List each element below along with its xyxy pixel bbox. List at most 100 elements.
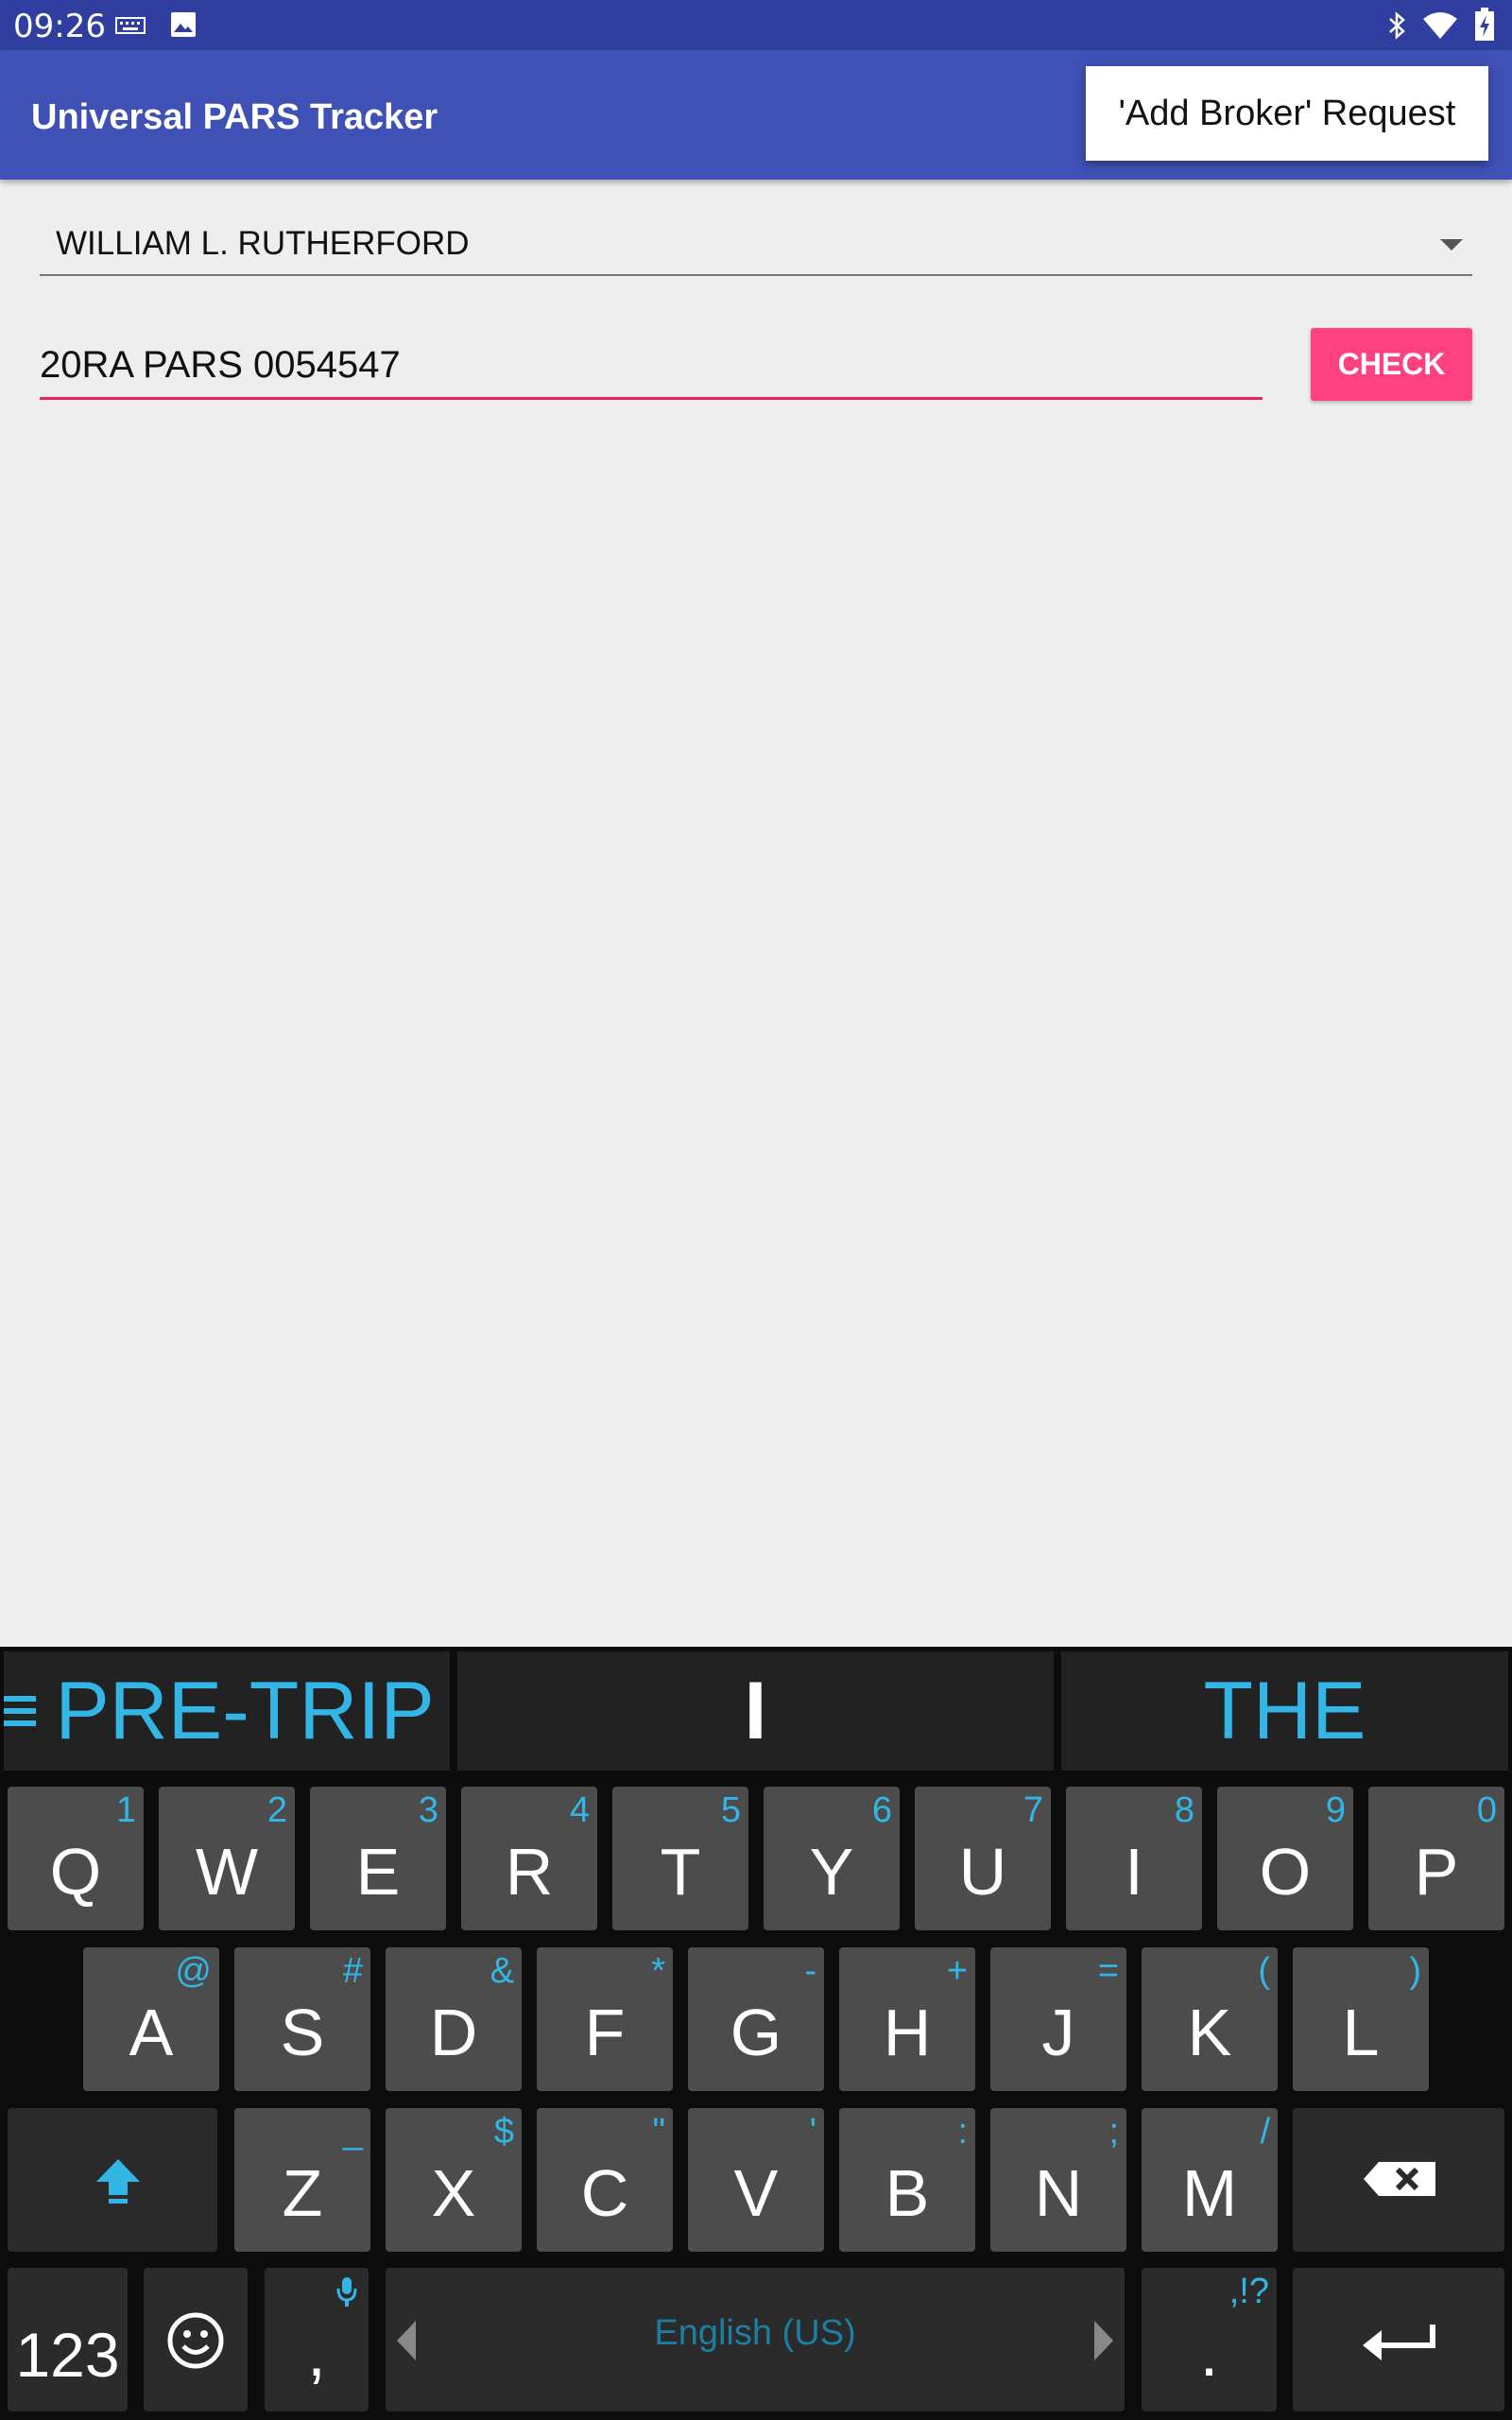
wifi-icon (1423, 12, 1457, 39)
broker-spinner-value: WILLIAM L. RUTHERFORD (56, 225, 470, 262)
emoji-icon (167, 2312, 224, 2369)
period-key-hint: ,!? (1228, 2272, 1269, 2311)
add-broker-request-menu-item[interactable]: 'Add Broker' Request (1086, 66, 1488, 161)
suggestion-3[interactable]: THE (1061, 1651, 1508, 1771)
key-label: I (1125, 1835, 1143, 1909)
key-label: X (431, 2156, 476, 2230)
shift-arrow-icon (96, 2159, 140, 2204)
key-hint: 0 (1476, 1790, 1497, 1830)
key-hint: " (652, 2112, 666, 2152)
key-hint: ( (1258, 1951, 1270, 1991)
key-hint: 1 (115, 1790, 136, 1830)
key-hint: 5 (720, 1790, 741, 1830)
key-label: W (195, 1835, 259, 1909)
key-b[interactable]: B: (839, 2108, 975, 2252)
key-j[interactable]: J = (990, 1947, 1126, 2091)
key-label: R (505, 1835, 554, 1909)
key-e[interactable]: E3 (310, 1787, 446, 1930)
key-n[interactable]: N; (990, 2108, 1126, 2252)
key-k[interactable]: K( (1142, 1947, 1278, 2091)
key-w[interactable]: W2 (159, 1787, 295, 1930)
key-label: M (1181, 2156, 1238, 2230)
key-hint: / (1260, 2112, 1270, 2152)
key-y[interactable]: Y6 (764, 1787, 900, 1930)
microphone-icon (336, 2277, 357, 2307)
cursor-right-icon (1094, 2321, 1113, 2360)
key-label: A (129, 1996, 174, 2069)
space-key[interactable]: English (US) (386, 2268, 1125, 2411)
enter-key[interactable] (1293, 2268, 1504, 2411)
key-label: C (580, 2156, 629, 2230)
key-z[interactable]: Z _ (234, 2108, 370, 2252)
check-button[interactable]: CHECK (1311, 328, 1472, 401)
key-q[interactable]: Q1 (8, 1787, 144, 1930)
key-label: N (1034, 2156, 1083, 2230)
key-label: L (1342, 1996, 1380, 2069)
key-label: G (730, 1996, 782, 2069)
key-hint: 9 (1325, 1790, 1346, 1830)
key-hint: 6 (871, 1790, 892, 1830)
suggestions-menu-icon[interactable] (4, 1696, 36, 1733)
shift-key[interactable] (8, 2108, 217, 2252)
comma-key[interactable]: , (265, 2268, 369, 2411)
key-label: T (660, 1835, 701, 1909)
suggestion-1[interactable]: PRE-TRIP (4, 1651, 450, 1771)
key-hint: ' (809, 2112, 816, 2152)
key-label: B (885, 2156, 930, 2230)
key-v[interactable]: V ' (688, 2108, 824, 2252)
key-hint: = (1097, 1951, 1119, 1991)
key-x[interactable]: X $ (386, 2108, 522, 2252)
numbers-symbols-label: 123 (15, 2320, 120, 2390)
suggestion-1-label: PRE-TRIP (55, 1665, 435, 1756)
key-label: H (883, 1996, 932, 2069)
dropdown-arrow-icon (1440, 239, 1463, 251)
key-r[interactable]: R4 (461, 1787, 597, 1930)
key-hint: : (957, 2112, 968, 2152)
soft-keyboard: PRE-TRIP I THE Q1W2E3R4T5Y6U7I8O9P0 A @ S #… (0, 1647, 1512, 2420)
key-a[interactable]: A @ (83, 1947, 219, 2091)
key-hint: 4 (569, 1790, 590, 1830)
key-label: O (1259, 1835, 1312, 1909)
suggestion-2[interactable]: I (457, 1651, 1054, 1771)
status-time: 09:26 (13, 8, 106, 45)
emoji-key[interactable] (144, 2268, 248, 2411)
key-hint: - (804, 1951, 816, 1991)
key-hint: _ (342, 2112, 363, 2152)
key-label: D (429, 1996, 478, 2069)
keyboard-notification-icon (115, 17, 146, 34)
numbers-symbols-key[interactable]: 123 (8, 2268, 128, 2411)
space-key-language-label: English (US) (654, 2313, 856, 2353)
key-c[interactable]: C " (537, 2108, 673, 2252)
backspace-key[interactable] (1293, 2108, 1504, 2252)
key-hint: @ (175, 1951, 212, 1991)
key-h[interactable]: H + (839, 1947, 975, 2091)
key-hint: 3 (418, 1790, 438, 1830)
key-u[interactable]: U7 (915, 1787, 1051, 1930)
key-i[interactable]: I8 (1066, 1787, 1202, 1930)
key-hint: + (946, 1951, 968, 1991)
key-hint: ; (1108, 2112, 1119, 2152)
key-t[interactable]: T5 (612, 1787, 748, 1930)
broker-spinner[interactable]: WILLIAM L. RUTHERFORD (40, 208, 1472, 276)
key-p[interactable]: P0 (1368, 1787, 1504, 1930)
key-d[interactable]: D & (386, 1947, 522, 2091)
pars-number-value: 20RA PARS 0054547 (40, 344, 401, 386)
pars-number-input[interactable]: 20RA PARS 0054547 (40, 331, 1263, 400)
key-label: U (958, 1835, 1007, 1909)
key-hint: * (651, 1951, 665, 1991)
key-label: P (1414, 1835, 1459, 1909)
key-m[interactable]: M / (1142, 2108, 1278, 2252)
key-o[interactable]: O9 (1217, 1787, 1353, 1930)
app-title: Universal PARS Tracker (31, 97, 438, 137)
key-hint: 8 (1174, 1790, 1194, 1830)
key-f[interactable]: F * (537, 1947, 673, 2091)
key-hint: & (490, 1951, 514, 1991)
key-s[interactable]: S # (234, 1947, 370, 2091)
key-hint: 7 (1022, 1790, 1043, 1830)
image-notification-icon (171, 12, 196, 37)
key-l[interactable]: L) (1293, 1947, 1429, 2091)
key-label: J (1041, 1996, 1075, 2069)
key-label: K (1187, 1996, 1232, 2069)
period-key[interactable]: . ,!? (1142, 2268, 1277, 2411)
key-g[interactable]: G- (688, 1947, 824, 2091)
